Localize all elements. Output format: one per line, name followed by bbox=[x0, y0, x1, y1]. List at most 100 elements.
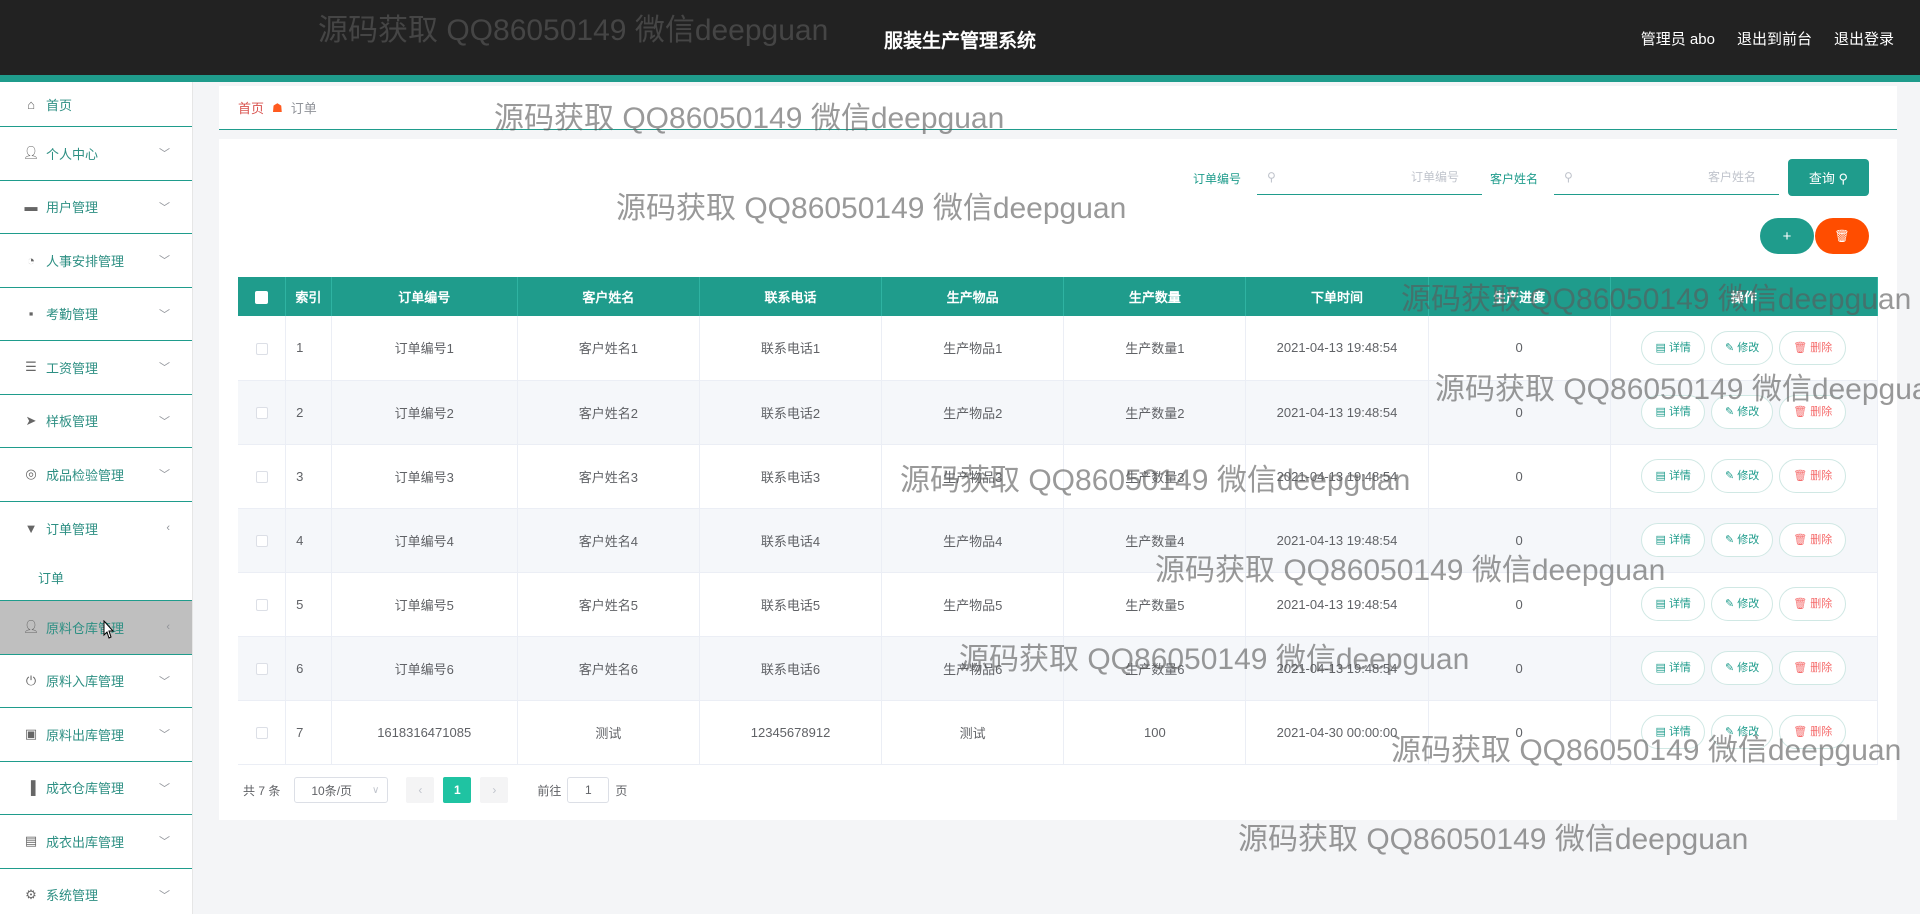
detail-button[interactable]: ▤ 详情 bbox=[1641, 395, 1705, 429]
sidebar-item-order-management[interactable]: ▼ 订单管理 ‹ bbox=[0, 502, 192, 556]
delete-button[interactable]: 🗑︎ 删除 bbox=[1779, 523, 1847, 557]
cell-progress: 0 bbox=[1428, 316, 1611, 381]
edit-icon: ✎ bbox=[1724, 470, 1738, 482]
sidebar-item-personal-center[interactable]: 👤︎ 个人中心 ﹀ bbox=[0, 127, 192, 181]
prev-page-button[interactable]: ‹ bbox=[406, 777, 435, 803]
delete-button[interactable]: 🗑︎ 删除 bbox=[1779, 587, 1847, 621]
edit-button[interactable]: ✎ 修改 bbox=[1710, 715, 1774, 749]
total-count: 共 7 条 bbox=[243, 783, 281, 798]
cell-order-time: 2021-04-30 00:00:00 bbox=[1245, 700, 1429, 765]
chevron-down-icon: ﹀ bbox=[159, 782, 170, 795]
column-header: 操作 bbox=[1610, 277, 1879, 316]
flag-icon: ▼ bbox=[24, 520, 38, 536]
sidebar-item-salary[interactable]: ☰ 工资管理 ﹀ bbox=[0, 341, 192, 395]
detail-button[interactable]: ▤ 详情 bbox=[1641, 651, 1705, 685]
query-button[interactable]: 查询 ⚲ bbox=[1788, 159, 1869, 196]
detail-button[interactable]: ▤ 详情 bbox=[1641, 587, 1705, 621]
edit-icon: ✎ bbox=[1724, 662, 1738, 674]
add-button[interactable]: + bbox=[1760, 218, 1814, 254]
chevron-down-icon: ﹀ bbox=[159, 729, 170, 742]
trash-icon: 🗑︎ bbox=[1793, 534, 1811, 546]
sidebar-item-raw-inbound[interactable]: ⏻ 原料入库管理 ﹀ bbox=[0, 655, 192, 708]
detail-button[interactable]: ▤ 详情 bbox=[1641, 330, 1705, 365]
column-header: 生产进度 bbox=[1428, 277, 1611, 316]
sidebar-item-home[interactable]: ⌂ 首页 bbox=[0, 82, 192, 127]
edit-button[interactable]: ✎ 修改 bbox=[1710, 523, 1774, 557]
search-icon: ⚲ bbox=[1564, 170, 1573, 184]
edit-button[interactable]: ✎ 修改 bbox=[1710, 395, 1774, 429]
row-checkbox[interactable] bbox=[238, 572, 287, 637]
delete-button[interactable]: 🗑︎ 删除 bbox=[1779, 330, 1847, 365]
back-to-front-link[interactable]: 退出到前台 bbox=[1737, 28, 1812, 49]
sidebar-item-label: 成衣出库管理 bbox=[46, 834, 125, 850]
send-icon: ➤ bbox=[25, 412, 37, 428]
row-checkbox[interactable] bbox=[238, 316, 287, 381]
cell-quantity: 生产数量4 bbox=[1063, 508, 1247, 573]
order-number-input[interactable] bbox=[1287, 160, 1477, 194]
sidebar-item-attendance[interactable]: ▪ 考勤管理 ﹀ bbox=[0, 288, 192, 341]
pagination: 共 7 条 10条/页 ∨ ‹ 1 › 前往 页 bbox=[243, 777, 627, 803]
cell-customer-name: 客户姓名4 bbox=[517, 508, 700, 573]
edit-button[interactable]: ✎ 修改 bbox=[1710, 587, 1774, 621]
edit-button[interactable]: ✎ 修改 bbox=[1710, 651, 1774, 685]
table-row: 7 1618316471085 测试 12345678912 测试 100 2021-04-… bbox=[238, 700, 1879, 765]
sidebar-item-personnel[interactable]: ◔ 人事安排管理 ﹀ bbox=[0, 234, 192, 288]
clipboard-icon: ▤ bbox=[24, 833, 38, 849]
page-number-current[interactable]: 1 bbox=[443, 777, 472, 803]
sidebar-item-raw-warehouse[interactable]: 👤︎ 原料仓库管理 ‹ bbox=[0, 601, 192, 655]
breadcrumb-home[interactable]: 首页 bbox=[238, 98, 264, 117]
column-header: 索引 bbox=[285, 277, 332, 316]
delete-button[interactable]: 🗑︎ 删除 bbox=[1779, 459, 1847, 493]
row-checkbox[interactable] bbox=[238, 700, 287, 765]
detail-button[interactable]: ▤ 详情 bbox=[1641, 523, 1705, 557]
logout-link[interactable]: 退出登录 bbox=[1834, 28, 1894, 49]
cell-quantity: 100 bbox=[1063, 700, 1247, 765]
table-row: 3 订单编号3 客户姓名3 联系电话3 生产物品3 生产数量3 2021-04-13 19:… bbox=[238, 444, 1879, 509]
cell-quantity: 生产数量5 bbox=[1063, 572, 1247, 637]
detail-button[interactable]: ▤ 详情 bbox=[1641, 459, 1705, 493]
cell-progress: 0 bbox=[1428, 444, 1611, 509]
cell-quantity: 生产数量1 bbox=[1063, 316, 1247, 381]
table-row: 4 订单编号4 客户姓名4 联系电话4 生产物品4 生产数量4 2021-04-13 19:… bbox=[238, 508, 1879, 573]
delete-button[interactable]: 🗑︎ 删除 bbox=[1779, 651, 1847, 685]
sidebar-item-label: 成衣仓库管理 bbox=[46, 781, 125, 797]
row-checkbox[interactable] bbox=[238, 444, 287, 509]
cell-progress: 0 bbox=[1428, 508, 1611, 573]
batch-delete-button[interactable]: 🗑 bbox=[1815, 218, 1869, 254]
sidebar-subitem-order[interactable]: 订单 bbox=[0, 555, 192, 601]
goto-page-input[interactable] bbox=[567, 777, 610, 803]
sidebar-item-sample[interactable]: ➤ 样板管理 ﹀ bbox=[0, 395, 192, 448]
delete-label: 删除 bbox=[1810, 662, 1833, 674]
next-page-button[interactable]: › bbox=[480, 777, 509, 803]
document-icon: ▤ bbox=[1655, 341, 1669, 354]
customer-name-input[interactable] bbox=[1584, 160, 1774, 194]
trash-icon: 🗑︎ bbox=[1793, 726, 1811, 738]
table-header-row: 索引 订单编号 客户姓名 联系电话 生产物品 生产数量 下单时间 生产进度 操作 bbox=[238, 277, 1879, 316]
row-checkbox[interactable] bbox=[238, 380, 287, 445]
sidebar-item-label: 个人中心 bbox=[46, 146, 99, 162]
detail-button[interactable]: ▤ 详情 bbox=[1641, 715, 1705, 749]
top-navbar: 服装生产管理系统 管理员 abo 退出到前台 退出登录 bbox=[0, 0, 1920, 75]
delete-label: 删除 bbox=[1810, 534, 1833, 546]
edit-icon: ✎ bbox=[1724, 534, 1738, 546]
sidebar-item-inspection[interactable]: ◎ 成品检验管理 ﹀ bbox=[0, 448, 192, 502]
delete-button[interactable]: 🗑︎ 删除 bbox=[1779, 395, 1847, 429]
document-icon: ▤ bbox=[1655, 406, 1669, 418]
delete-button[interactable]: 🗑︎ 删除 bbox=[1779, 715, 1847, 749]
row-checkbox[interactable] bbox=[238, 636, 287, 701]
row-checkbox[interactable] bbox=[238, 508, 287, 573]
sidebar-item-raw-outbound[interactable]: ▣ 原料出库管理 ﹀ bbox=[0, 708, 192, 762]
page-size-select[interactable]: 10条/页 ∨ bbox=[294, 777, 389, 803]
sidebar-item-garment-warehouse[interactable]: ▐ 成衣仓库管理 ﹀ bbox=[0, 762, 192, 815]
sidebar-item-garment-outbound[interactable]: ▤ 成衣出库管理 ﹀ bbox=[0, 815, 192, 869]
list-icon: ☰ bbox=[25, 359, 37, 375]
edit-button[interactable]: ✎ 修改 bbox=[1710, 459, 1774, 493]
cell-progress: 0 bbox=[1428, 572, 1611, 637]
edit-button[interactable]: ✎ 修改 bbox=[1710, 330, 1774, 365]
trash-icon: 🗑︎ bbox=[1793, 598, 1811, 610]
sidebar-item-system[interactable]: ⚙ 系统管理 ﹀ bbox=[0, 869, 192, 914]
table-row: 5 订单编号5 客户姓名5 联系电话5 生产物品5 生产数量5 2021-04-13 19:… bbox=[238, 572, 1879, 637]
sidebar-item-user-management[interactable]: ▬ 用户管理 ﹀ bbox=[0, 181, 192, 234]
cell-progress: 0 bbox=[1428, 636, 1611, 701]
select-all-checkbox[interactable] bbox=[238, 277, 287, 316]
